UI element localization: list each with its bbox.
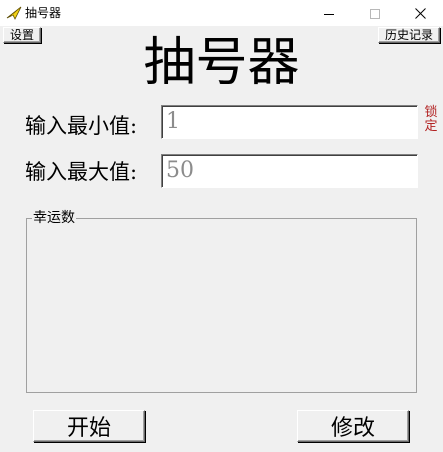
edit-button[interactable]: 修改 xyxy=(297,410,409,442)
minimize-button[interactable] xyxy=(306,0,352,26)
lucky-number-display xyxy=(30,232,413,388)
maximize-button[interactable] xyxy=(352,0,398,26)
close-button[interactable] xyxy=(397,0,443,26)
paper-plane-icon xyxy=(6,5,22,21)
lock-toggle[interactable]: 锁定 xyxy=(423,106,439,134)
min-value-label: 输入最小值: xyxy=(25,114,138,138)
min-value-field[interactable]: 1 xyxy=(161,105,418,139)
max-value-label: 输入最大值: xyxy=(25,160,138,184)
title-bar: 抽号器 xyxy=(0,0,443,26)
page-title: 抽号器 xyxy=(143,33,300,93)
close-icon xyxy=(414,4,426,23)
start-button[interactable]: 开始 xyxy=(33,410,145,442)
minimize-icon xyxy=(324,4,334,23)
max-value-field[interactable]: 50 xyxy=(161,154,418,188)
maximize-icon xyxy=(370,4,380,23)
lucky-number-title: 幸运数 xyxy=(32,209,76,227)
window-title: 抽号器 xyxy=(25,6,62,20)
